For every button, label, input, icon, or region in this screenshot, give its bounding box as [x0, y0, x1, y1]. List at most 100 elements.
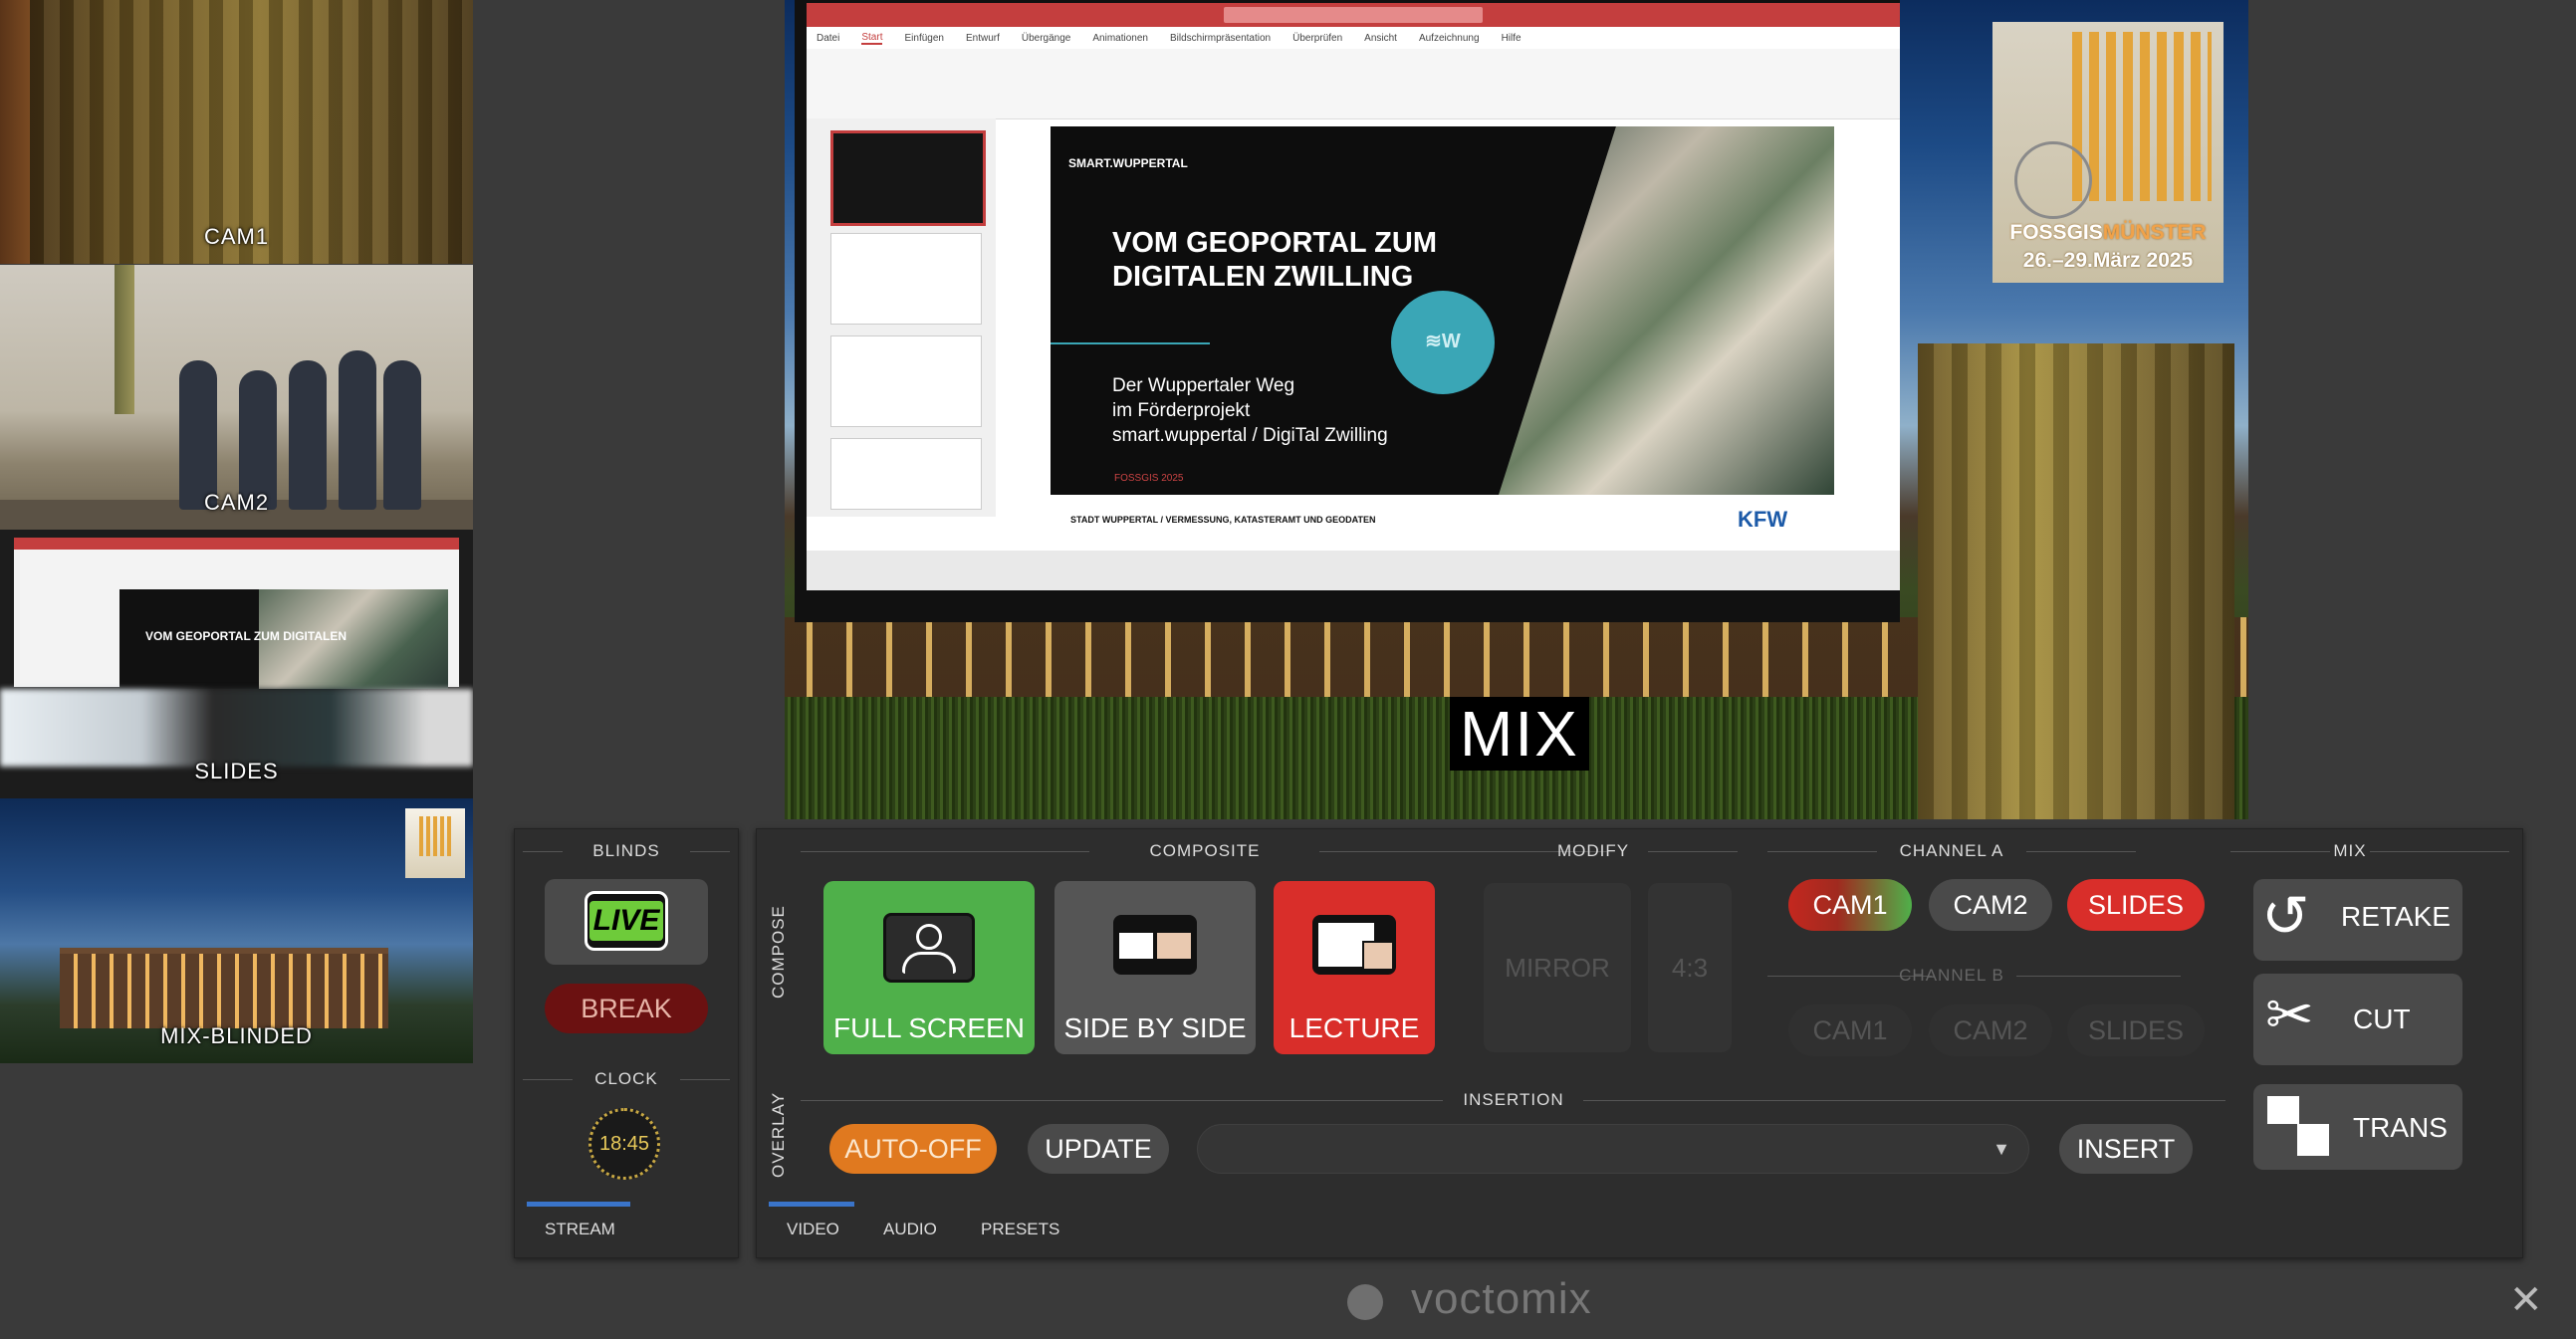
slide-thumbnail: [830, 233, 982, 325]
tab-video[interactable]: VIDEO: [787, 1220, 839, 1239]
full-screen-icon: [883, 913, 975, 983]
slide-divider: [1051, 342, 1210, 344]
bicycle-icon: [2014, 141, 2092, 219]
cam2-person: [339, 350, 376, 510]
channel-b-cam2[interactable]: CAM2: [1929, 1004, 2052, 1056]
side-by-side-icon: [1113, 915, 1197, 975]
retake-label: RETAKE: [2341, 901, 2451, 932]
presentation-slide: SMART.WUPPERTAL VOM GEOPORTAL ZUM DIGITA…: [1051, 126, 1834, 545]
channel-a-cam1[interactable]: CAM1: [1788, 879, 1912, 931]
app-brand: voctomix: [1411, 1274, 1592, 1323]
composite-title: COMPOSITE: [1149, 841, 1261, 860]
powerpoint-tab: Bildschirmpräsentation: [1169, 32, 1272, 44]
slide-conference: FOSSGIS 2025: [1114, 473, 1184, 484]
divider: [2026, 851, 2136, 852]
main-control-panel: COMPOSITE COMPOSE FULL SCREEN SIDE BY SI…: [756, 828, 2523, 1258]
clock-time: 18:45: [598, 1133, 650, 1155]
powerpoint-tab: Start: [861, 31, 883, 45]
lecture-label: LECTURE: [1288, 1012, 1420, 1043]
side-by-side-button[interactable]: SIDE BY SIDE: [1054, 881, 1256, 1054]
mirror-button[interactable]: MIRROR: [1484, 883, 1631, 1052]
overlay-label: OVERLAY: [769, 1091, 788, 1178]
event-logo-bars: [2072, 32, 2212, 201]
event-logo-city: MÜNSTER: [2102, 221, 2207, 244]
cam2-person: [179, 360, 217, 510]
cut-label: CUT: [2353, 1004, 2411, 1034]
powerpoint-tab: Ansicht: [1364, 32, 1397, 44]
trans-button[interactable]: TRANS: [2253, 1084, 2462, 1170]
tab-stream[interactable]: STREAM: [545, 1220, 615, 1239]
slide-circle-logo: ≋W: [1391, 291, 1495, 394]
scissors-icon: ✂: [2265, 983, 2314, 1047]
live-icon-label: LIVE: [588, 901, 664, 941]
divider: [2370, 851, 2509, 852]
retake-button[interactable]: ↺ RETAKE: [2253, 879, 2462, 961]
channel-a-slides[interactable]: SLIDES: [2067, 879, 2205, 931]
slides-mini-title: VOM GEOPORTAL ZUM DIGITALEN: [145, 629, 347, 643]
event-logo-line1: FOSSGISMÜNSTER: [1992, 221, 2224, 245]
powerpoint-tab: Entwurf: [965, 32, 1000, 44]
clock-face: 18:45: [588, 1108, 660, 1180]
channel-b-cam1[interactable]: CAM1: [1788, 1004, 1912, 1056]
voctomix-logo-icon: [1347, 1284, 1383, 1320]
slides-source: Datei Start Einfügen Entwurf Übergänge Animat…: [795, 0, 1900, 622]
powerpoint-search: [1224, 7, 1483, 23]
tab-audio[interactable]: AUDIO: [883, 1220, 937, 1239]
side-by-side-label: SIDE BY SIDE: [1063, 1012, 1247, 1043]
tab-presets[interactable]: PRESETS: [981, 1220, 1059, 1239]
preview-cam1[interactable]: CAM1: [0, 0, 473, 264]
lecture-button[interactable]: LECTURE: [1274, 881, 1435, 1054]
slide-footer-text: STADT WUPPERTAL / VERMESSUNG, KATASTERAM…: [1070, 515, 1376, 525]
live-button[interactable]: LIVE: [545, 879, 708, 965]
palace-image: [60, 948, 388, 1028]
slide-subtitle-line: smart.wuppertal / DigiTal Zwilling: [1112, 425, 1388, 446]
update-button[interactable]: UPDATE: [1028, 1124, 1169, 1174]
cut-button[interactable]: ✂ CUT: [2253, 974, 2462, 1065]
break-button[interactable]: BREAK: [545, 984, 708, 1033]
powerpoint-tab: Einfügen: [904, 32, 944, 44]
lecture-icon: [1312, 915, 1396, 975]
divider: [801, 851, 1089, 852]
powerpoint-tab: Animationen: [1092, 32, 1148, 44]
powerpoint-window: Datei Start Einfügen Entwurf Übergänge Animat…: [807, 3, 1900, 590]
retake-icon: ↺: [2261, 884, 2310, 949]
blinds-panel: BLINDS LIVE BREAK CLOCK 18:45 STREAM: [514, 828, 739, 1258]
powerpoint-ribbon-tabs: Datei Start Einfügen Entwurf Übergänge Animat…: [807, 27, 1900, 49]
event-logo-dates: 26.–29.März 2025: [2022, 249, 2194, 272]
close-icon[interactable]: ✕: [2509, 1277, 2543, 1323]
aspect-4-3-button[interactable]: 4:3: [1648, 883, 1732, 1052]
preview-cam2[interactable]: CAM2: [0, 265, 473, 530]
video-tab-indicator: [769, 1202, 854, 1207]
channel-b-slides[interactable]: SLIDES: [2067, 1004, 2205, 1056]
slide-city-image: [1499, 126, 1834, 495]
insertion-dropdown[interactable]: ▼: [1197, 1124, 2029, 1174]
slide-thumbnail: [830, 335, 982, 427]
preview-mix-blinded-label: MIX-BLINDED: [160, 1023, 313, 1048]
compose-label: COMPOSE: [769, 905, 788, 999]
slide-thumbnail-selected: [830, 130, 986, 226]
powerpoint-tab: Datei: [817, 32, 840, 44]
powerpoint-ribbon: [807, 49, 1900, 119]
slides-blur-band: [0, 689, 473, 767]
event-logo-name: FOSSGIS: [2009, 221, 2103, 244]
cam2-person: [239, 370, 277, 510]
powerpoint-tab: Aufzeichnung: [1418, 32, 1480, 44]
trans-icon: [2267, 1096, 2299, 1124]
program-output: Datei Start Einfügen Entwurf Übergänge Animat…: [785, 0, 2248, 819]
slide-subtitle-line: im Förderprojekt: [1112, 400, 1251, 421]
event-logo: FOSSGISMÜNSTER 26.–29.März 2025: [1992, 22, 2224, 283]
trans-icon-target: [2297, 1124, 2329, 1156]
full-screen-button[interactable]: FULL SCREEN: [823, 881, 1035, 1054]
preview-mix-blinded[interactable]: MIX-BLINDED: [0, 798, 473, 1063]
slide-footer-logo: KFW: [1738, 507, 1788, 532]
channel-a-cam2[interactable]: CAM2: [1929, 879, 2052, 931]
cam2-curtain: [115, 265, 134, 414]
insert-button[interactable]: INSERT: [2059, 1124, 2193, 1174]
auto-off-button[interactable]: AUTO-OFF: [829, 1124, 997, 1174]
preview-slides[interactable]: VOM GEOPORTAL ZUM DIGITALEN SLIDES: [0, 530, 473, 798]
slide-thumbnails: [807, 118, 996, 517]
trans-label: TRANS: [2353, 1112, 2448, 1143]
cam2-person: [289, 360, 327, 510]
event-logo-mini: [405, 808, 465, 878]
full-screen-label: FULL SCREEN: [833, 1012, 1025, 1043]
